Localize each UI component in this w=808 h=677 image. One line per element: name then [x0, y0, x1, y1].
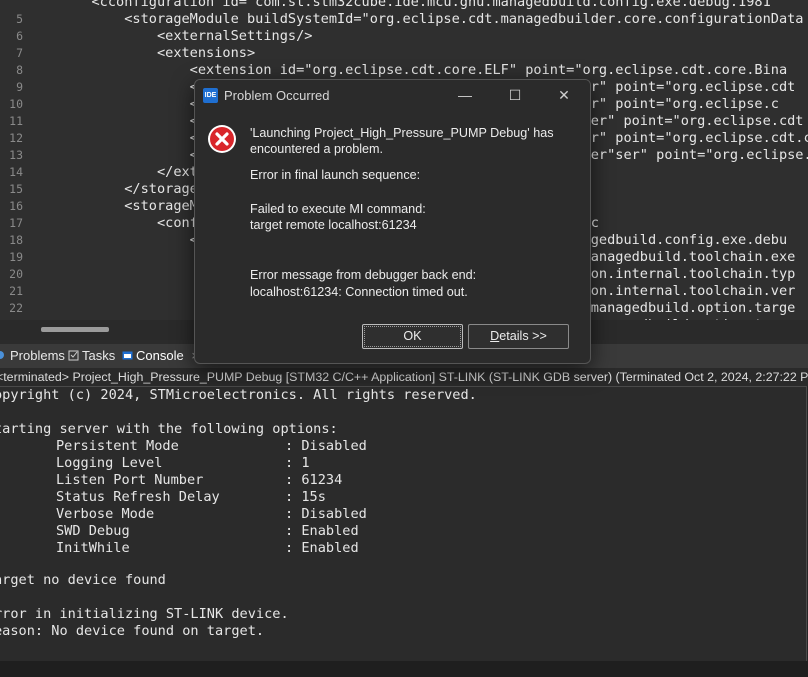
line-number: 16	[9, 199, 23, 213]
tasks-icon	[68, 348, 79, 361]
console-status-text: <terminated> Project_High_Pressure_PUMP …	[0, 370, 808, 384]
line-number: 21	[9, 284, 23, 298]
error-icon	[207, 124, 237, 154]
option-key: InitWhile	[56, 540, 130, 556]
line-number: 12	[9, 131, 23, 145]
line-number: 14	[9, 165, 23, 179]
line-number: 22	[9, 301, 23, 315]
editor-scrollbar-thumb[interactable]	[41, 327, 109, 332]
line-number: 17	[9, 216, 23, 230]
code-line: <cconfiguration id="com.st.stm32cube.ide…	[0, 0, 808, 11]
line-number: 15	[9, 182, 23, 196]
details-mnemonic: D	[490, 329, 500, 343]
dialog-detail: Error message from debugger back end:	[250, 268, 477, 282]
option-value: : Disabled	[285, 438, 367, 454]
line-number: 8	[16, 63, 23, 77]
tab-label: Tasks	[82, 348, 116, 363]
dialog-detail: Error in final launch sequence:	[250, 168, 421, 182]
code-line: 8 <extension id="org.eclipse.cdt.core.EL…	[0, 62, 808, 79]
code-line: 7 <extensions>	[0, 45, 808, 62]
option-value: : 1	[285, 455, 310, 471]
code-text: <storageModule buildSystemId="org.eclips…	[26, 11, 804, 27]
option-key: Verbose Mode	[56, 506, 155, 522]
dialog-title: Problem Occurred	[224, 88, 330, 103]
line-number: 7	[16, 46, 23, 60]
minimize-icon[interactable]: —	[445, 84, 485, 106]
dialog-message-line1: 'Launching Project_High_Pressure_PUMP De…	[250, 126, 554, 140]
console-line: tarting server with the following option…	[0, 421, 338, 437]
code-line: 5 <storageModule buildSystemId="org.ecli…	[0, 11, 808, 28]
line-number: 6	[16, 29, 23, 43]
code-text: <cconfiguration id="com.st.stm32cube.ide…	[26, 0, 771, 10]
line-number: 20	[9, 267, 23, 281]
tab-tasks[interactable]: Tasks	[68, 347, 115, 365]
console-icon	[122, 348, 133, 360]
problems-icon	[0, 348, 7, 359]
tab-problems[interactable]: Problems	[0, 347, 65, 365]
console-status-line: <terminated> Project_High_Pressure_PUMP …	[0, 368, 808, 386]
dialog-detail: target remote localhost:61234	[250, 218, 417, 232]
console-line: opyright (c) 2024, STMicroelectronics. A…	[0, 387, 477, 403]
option-value: : 61234	[285, 472, 343, 488]
option-key: Status Refresh Delay	[56, 489, 220, 505]
line-number: 13	[9, 148, 23, 162]
console-line: arget no device found	[0, 572, 166, 588]
problem-occurred-dialog[interactable]: IDE Problem Occurred — ☐ ✕ 'Launching Pr…	[194, 79, 591, 364]
option-key: Listen Port Number	[56, 472, 204, 488]
line-number: 5	[16, 12, 23, 26]
dialog-detail: localhost:61234: Connection timed out.	[250, 285, 468, 299]
code-text: <extensions>	[26, 45, 256, 61]
line-number: 19	[9, 250, 23, 264]
option-value: : Enabled	[285, 523, 359, 539]
ide-logo-icon: IDE	[203, 88, 218, 103]
details-button[interactable]: Details >>	[468, 324, 569, 349]
maximize-icon[interactable]: ☐	[495, 84, 535, 106]
line-number: 9	[16, 80, 23, 94]
option-key: SWD Debug	[56, 523, 130, 539]
line-number: 18	[9, 233, 23, 247]
close-icon[interactable]: ✕	[544, 84, 584, 106]
ok-button[interactable]: OK	[362, 324, 463, 349]
panel-footer	[0, 661, 808, 677]
option-key: Logging Level	[56, 455, 163, 471]
option-value: : Disabled	[285, 506, 367, 522]
option-value: : Enabled	[285, 540, 359, 556]
line-number: 11	[9, 114, 23, 128]
dialog-detail: Failed to execute MI command:	[250, 202, 426, 216]
option-key: Persistent Mode	[56, 438, 179, 454]
line-number: 10	[9, 97, 23, 111]
code-text: <externalSettings/>	[26, 28, 313, 44]
tab-console[interactable]: Console ×	[122, 347, 199, 365]
console-line: eason: No device found on target.	[0, 623, 265, 639]
dialog-title-bar[interactable]: IDE Problem Occurred — ☐ ✕	[195, 80, 590, 111]
dialog-message-line2: encountered a problem.	[250, 142, 384, 156]
code-line: 6 <externalSettings/>	[0, 28, 808, 45]
option-value: : 15s	[285, 489, 326, 505]
tab-label: Console	[136, 348, 184, 363]
code-text: <extension id="org.eclipse.cdt.core.ELF"…	[26, 62, 788, 78]
console-output[interactable]: opyright (c) 2024, STMicroelectronics. A…	[0, 386, 807, 662]
console-line: rror in initializing ST-LINK device.	[0, 606, 289, 622]
tab-label: Problems	[10, 348, 65, 363]
details-label: etails >>	[499, 329, 547, 343]
